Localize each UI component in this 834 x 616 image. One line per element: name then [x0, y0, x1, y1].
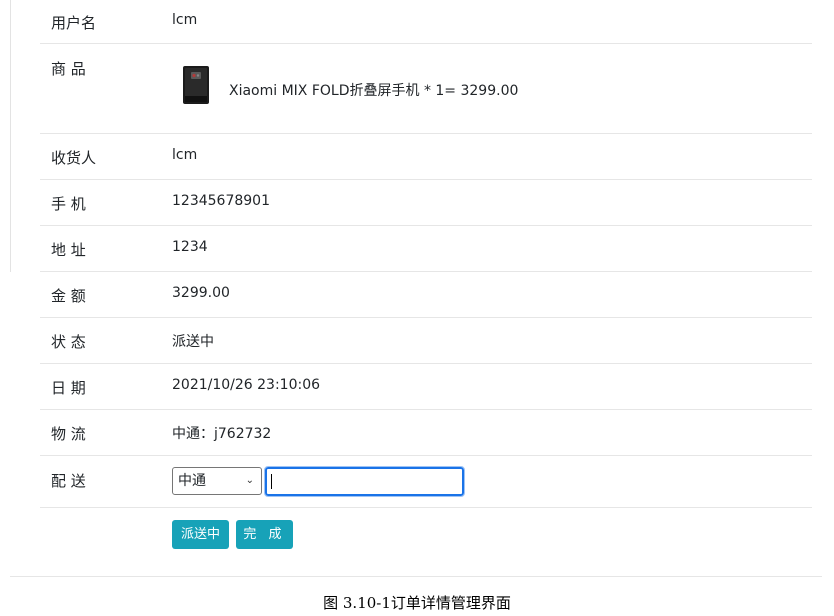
username-value: lcm [172, 12, 198, 28]
delivery-label: 配 送 [51, 472, 86, 490]
text-caret [271, 474, 272, 489]
phone-value: 12345678901 [172, 193, 270, 209]
row-logistics: 物 流 中通：j762732 [40, 410, 812, 456]
row-receiver: 收货人 lcm [40, 134, 812, 180]
receiver-value: lcm [172, 147, 198, 163]
status-label: 状 态 [51, 333, 86, 351]
amount-value: 3299.00 [172, 285, 230, 301]
row-amount: 金 额 3299.00 [40, 272, 812, 318]
product-thumbnail[interactable] [182, 66, 210, 104]
phone-label: 手 机 [51, 195, 86, 213]
row-product: 商 品 Xiaomi MIX FOLD折叠屏手机 * 1= 3299.00 [40, 44, 812, 134]
row-status: 状 态 派送中 [40, 318, 812, 364]
row-address: 地 址 1234 [40, 226, 812, 272]
complete-button[interactable]: 完 成 [236, 520, 293, 549]
chevron-down-icon: ⌄ [245, 475, 254, 486]
date-value: 2021/10/26 23:10:06 [172, 377, 321, 393]
logistics-value: 中通：j762732 [172, 426, 272, 442]
address-label: 地 址 [51, 241, 86, 259]
receiver-label: 收货人 [51, 149, 97, 167]
amount-label: 金 额 [51, 287, 86, 305]
logistics-label: 物 流 [51, 425, 86, 443]
status-value: 派送中 [172, 334, 214, 350]
figure-caption: 图 3.10-1订单详情管理界面 [323, 594, 511, 612]
dispatch-button[interactable]: 派送中 [172, 520, 229, 549]
row-username: 用户名 lcm [40, 0, 812, 44]
address-value: 1234 [172, 239, 208, 255]
order-detail-table: 用户名 lcm 商 品 Xiaomi MIX FOLD折叠屏手机 * 1= 32… [40, 0, 812, 573]
row-actions: 派送中 完 成 [40, 508, 812, 573]
bottom-divider [10, 576, 822, 577]
date-label: 日 期 [51, 379, 86, 397]
product-label: 商 品 [51, 60, 86, 78]
row-phone: 手 机 12345678901 [40, 180, 812, 226]
product-description: Xiaomi MIX FOLD折叠屏手机 * 1= 3299.00 [229, 83, 519, 99]
left-border-line [10, 0, 11, 272]
carrier-select[interactable]: 中通 ⌄ [172, 467, 262, 495]
username-label: 用户名 [51, 14, 97, 32]
row-date: 日 期 2021/10/26 23:10:06 [40, 364, 812, 410]
carrier-selected-value: 中通 [178, 473, 206, 489]
row-delivery: 配 送 中通 ⌄ [40, 456, 812, 508]
tracking-number-input[interactable] [264, 466, 465, 497]
